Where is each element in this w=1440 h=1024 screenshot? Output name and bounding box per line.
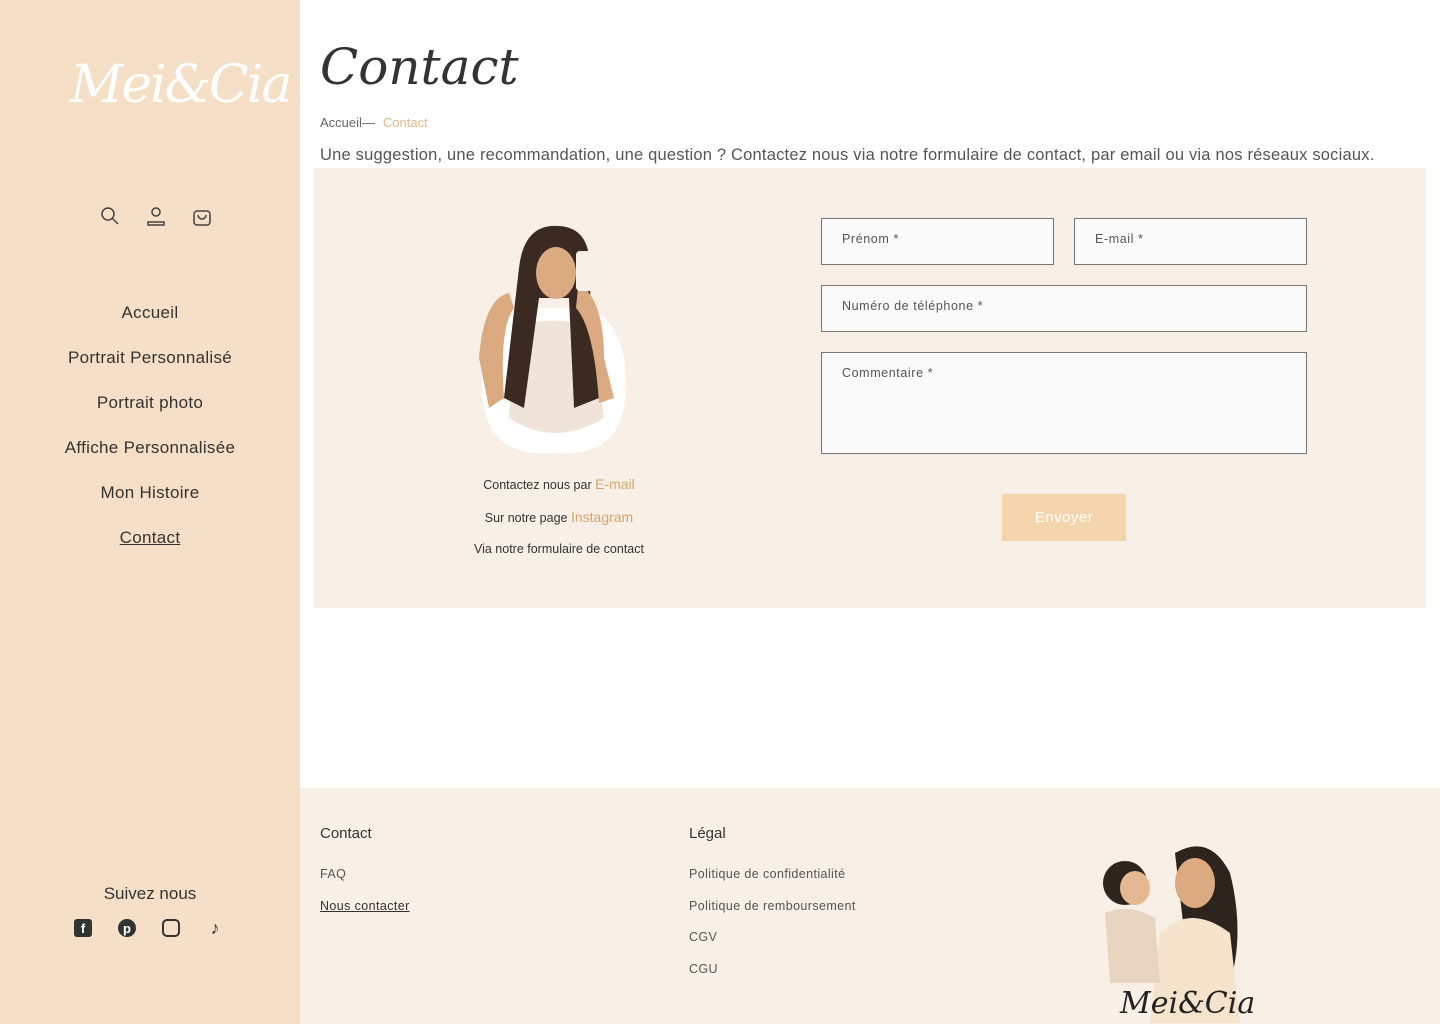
- email-link[interactable]: E-mail: [595, 476, 635, 492]
- cart-icon[interactable]: [192, 205, 212, 227]
- comment-textarea[interactable]: Commentaire *: [821, 352, 1307, 454]
- footer-contact-link[interactable]: Nous contacter: [320, 899, 410, 913]
- svg-text:Mei&Cia: Mei&Cia: [1119, 986, 1255, 1021]
- phone-input[interactable]: Numéro de téléphone *: [821, 285, 1307, 332]
- footer-refund-link[interactable]: Politique de remboursement: [689, 899, 856, 913]
- instagram-link[interactable]: Instagram: [571, 509, 633, 525]
- follow-label: Suivez nous: [103, 884, 197, 903]
- footer-privacy-link[interactable]: Politique de confidentialité: [689, 867, 845, 881]
- breadcrumb: Accueil— Contact: [320, 115, 428, 130]
- woman-selfie-illustration: [479, 225, 626, 454]
- footer-contact-heading: Contact: [320, 825, 372, 842]
- contact-form-label: Via notre formulaire de contact: [473, 542, 644, 556]
- breadcrumb-home[interactable]: Accueil: [320, 115, 362, 130]
- breadcrumb-current: Contact: [382, 115, 428, 130]
- nav-portrait-photo[interactable]: Portrait photo: [0, 393, 300, 438]
- submit-button[interactable]: Envoyer: [1002, 494, 1126, 541]
- contact-panel: Contactez nous par E-mail Sur notre page…: [314, 168, 1426, 608]
- sidebar: Mei&Cia Accueil Portrait Personnalisé Po…: [0, 0, 300, 1024]
- facebook-icon[interactable]: f: [74, 919, 92, 937]
- intro-text: Une suggestion, une recommandation, une …: [320, 146, 1375, 164]
- account-icon[interactable]: [146, 205, 166, 227]
- nav-histoire[interactable]: Mon Histoire: [0, 483, 300, 528]
- search-icon[interactable]: [100, 205, 120, 227]
- page-title: Contact: [320, 38, 519, 96]
- footer-legal-heading: Légal: [689, 825, 726, 842]
- first-name-input[interactable]: Prénom *: [821, 218, 1054, 265]
- nav-contact[interactable]: Contact: [0, 528, 300, 573]
- footer-faq-link[interactable]: FAQ: [320, 867, 346, 881]
- contact-email-label: Contactez nous par: [483, 478, 592, 492]
- pinterest-icon[interactable]: p: [118, 919, 136, 937]
- nav-portrait-personnalise[interactable]: Portrait Personnalisé: [0, 348, 300, 393]
- footer-cgv-link[interactable]: CGV: [689, 930, 717, 944]
- tiktok-icon[interactable]: ♪: [206, 918, 224, 938]
- instagram-icon[interactable]: [162, 919, 180, 937]
- footer-cgu-link[interactable]: CGU: [689, 962, 718, 976]
- mother-child-illustration: Mei&Cia: [1103, 846, 1255, 1023]
- logo[interactable]: Mei&Cia: [70, 55, 292, 115]
- nav-affiche[interactable]: Affiche Personnalisée: [0, 438, 300, 483]
- nav-accueil[interactable]: Accueil: [0, 303, 300, 348]
- email-input[interactable]: E-mail *: [1074, 218, 1307, 265]
- footer: Contact FAQ Nous contacter Légal Politiq…: [300, 788, 1440, 1024]
- contact-instagram-label: Sur notre page: [484, 511, 568, 525]
